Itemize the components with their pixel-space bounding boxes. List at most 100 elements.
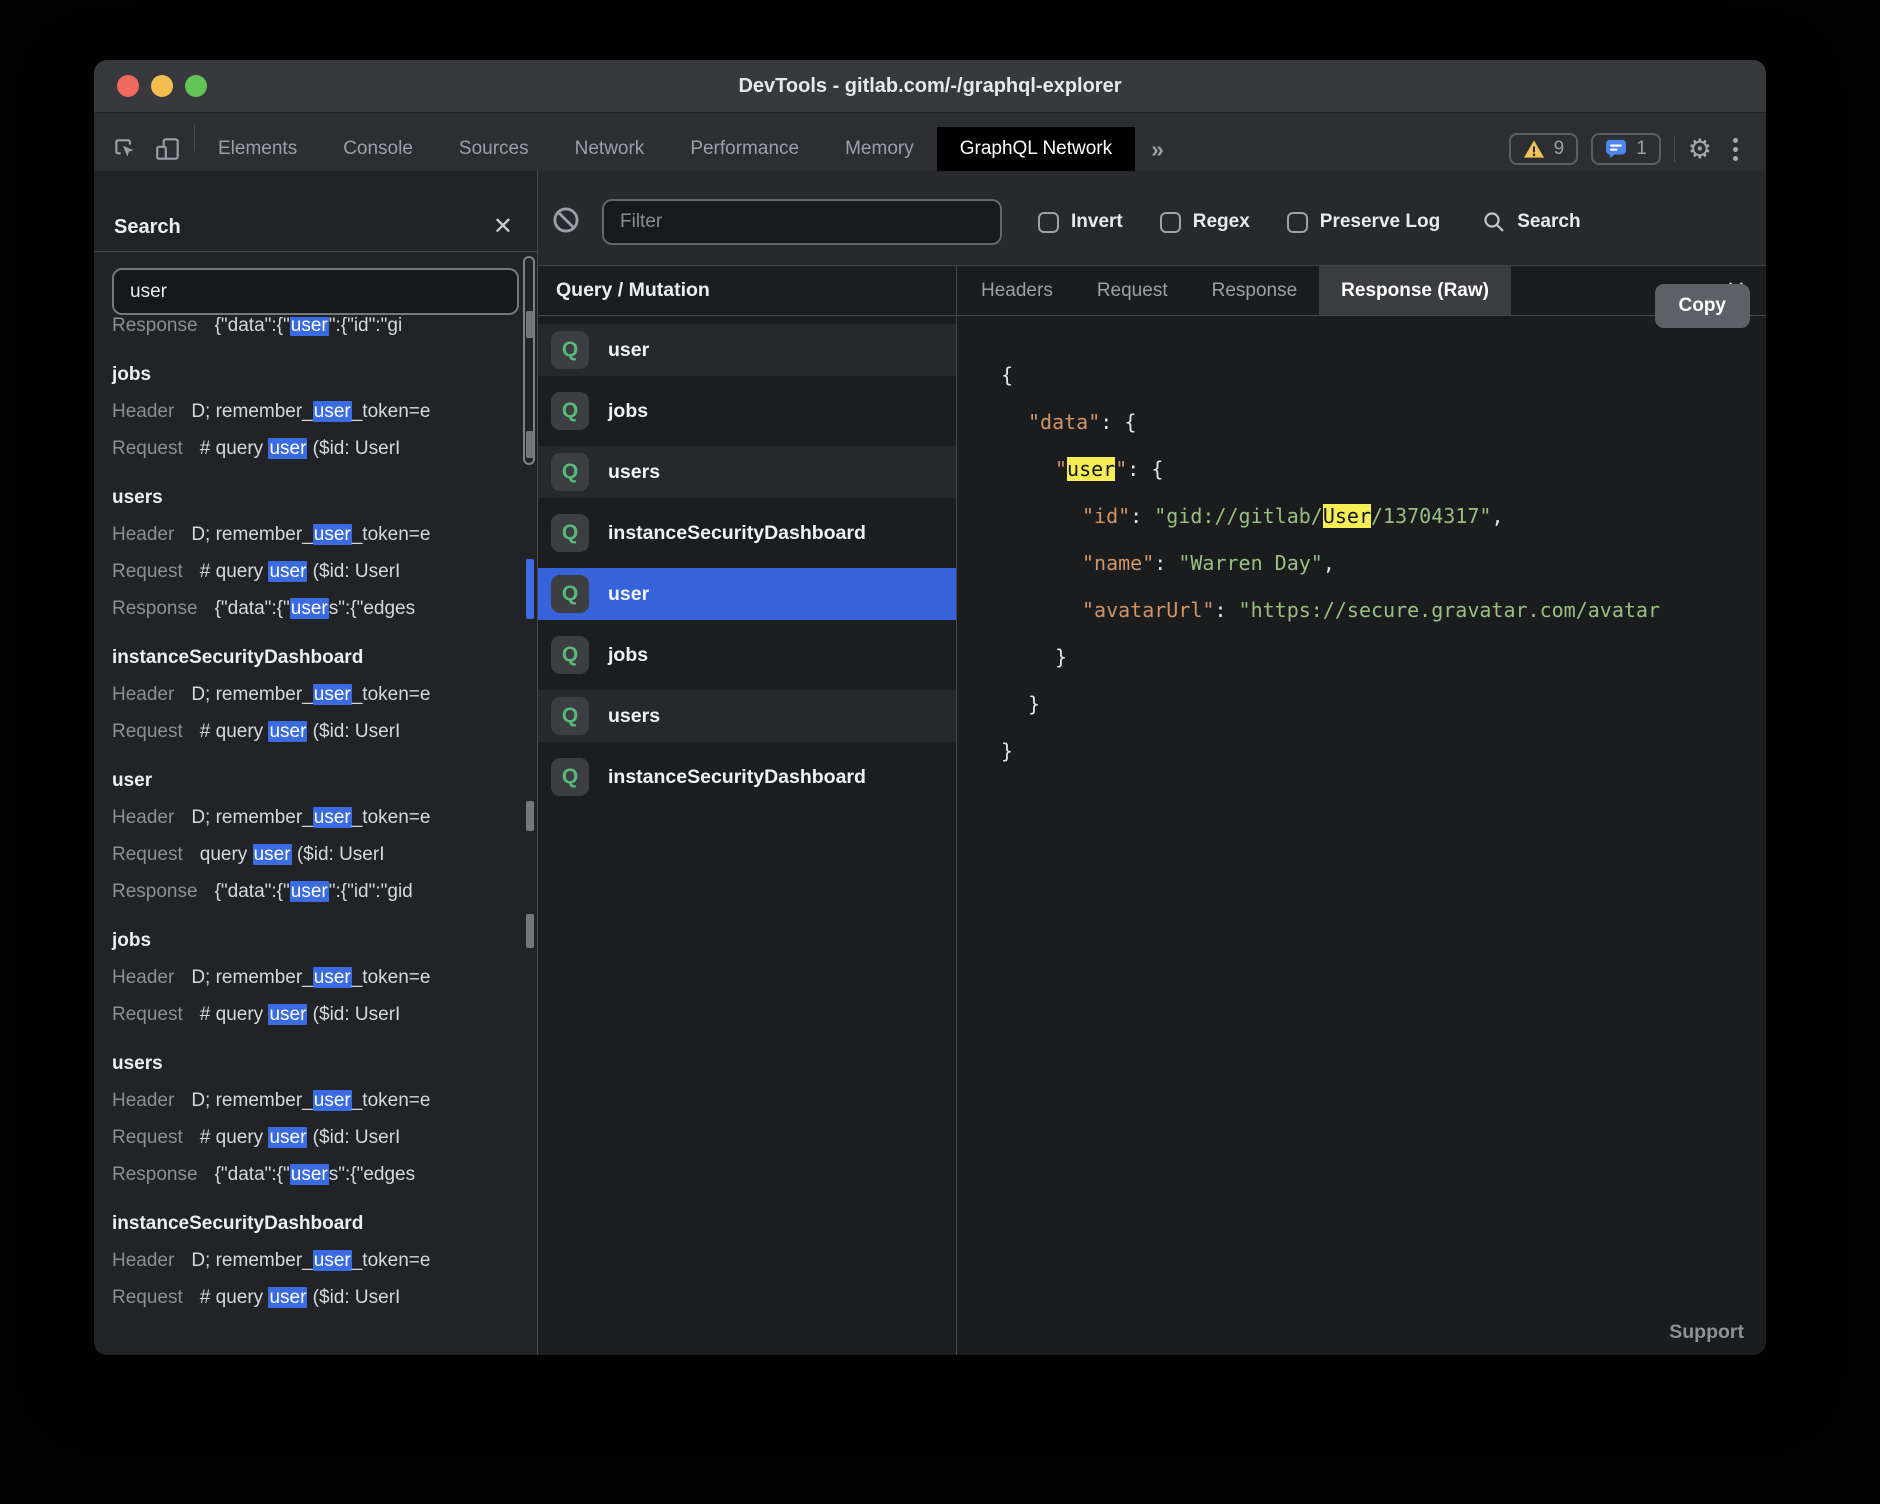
close-search-icon[interactable]: ✕ (493, 215, 513, 239)
match-highlight: user (268, 561, 307, 582)
match-highlight: user (313, 807, 352, 828)
device-toolbar-icon[interactable] (154, 136, 182, 162)
search-result-row[interactable]: Request# query user ($id: UserI (112, 713, 537, 750)
search-result-row[interactable]: HeaderD; remember_user_token=e (112, 1242, 537, 1279)
detail-tab-headers[interactable]: Headers (959, 266, 1075, 315)
preserve-log-checkbox[interactable] (1287, 212, 1308, 233)
warnings-badge[interactable]: 9 (1509, 133, 1579, 165)
query-item-label: instanceSecurityDashboard (608, 522, 866, 545)
preserve-log-label: Preserve Log (1320, 211, 1440, 233)
search-result-row[interactable]: Requestquery user ($id: UserI (112, 836, 537, 873)
query-item-instancesecuritydashboard[interactable]: QinstanceSecurityDashboard (538, 751, 956, 803)
result-row-label: Header (112, 807, 174, 828)
regex-checkbox[interactable] (1160, 212, 1181, 233)
query-type-icon: Q (551, 575, 589, 613)
search-group-title: instanceSecurityDashboard (112, 1205, 537, 1242)
result-row-label: Request (112, 1127, 183, 1148)
search-result-row[interactable]: Request# query user ($id: UserI (112, 553, 537, 590)
search-result-row[interactable]: Request# query user ($id: UserI (112, 1279, 537, 1316)
result-row-label: Request (112, 1287, 183, 1308)
copy-button[interactable]: Copy (1655, 284, 1751, 328)
json-line: "name": "Warren Day", (1001, 540, 1766, 587)
json-line: { (1001, 352, 1766, 399)
zoom-window-button[interactable] (185, 75, 207, 97)
search-result-row[interactable]: HeaderD; remember_user_token=e (112, 959, 537, 996)
invert-checkbox[interactable] (1038, 212, 1059, 233)
detail-tab-response-raw[interactable]: Response (Raw) (1319, 266, 1511, 315)
query-type-icon: Q (551, 758, 589, 796)
issue-count: 1 (1636, 138, 1647, 160)
kebab-menu-icon[interactable] (1725, 138, 1746, 161)
tab-graphql-network[interactable]: GraphQL Network (937, 127, 1135, 171)
search-result-row[interactable]: HeaderD; remember_user_token=e (112, 393, 537, 430)
issues-badge[interactable]: 1 (1591, 133, 1661, 165)
match-highlight: user (290, 1164, 329, 1185)
settings-gear-icon[interactable]: ⚙ (1688, 136, 1712, 163)
clear-log-icon[interactable] (552, 206, 580, 239)
tab-elements[interactable]: Elements (195, 127, 320, 171)
query-type-icon: Q (551, 514, 589, 552)
minimize-window-button[interactable] (151, 75, 173, 97)
search-result-row[interactable]: Response{"data":{"users":{"edges (112, 590, 537, 627)
search-result-row[interactable]: HeaderD; remember_user_token=e (112, 799, 537, 836)
search-result-row[interactable]: Request# query user ($id: UserI (112, 996, 537, 1033)
search-match-marker (526, 801, 534, 831)
result-row-label: Header (112, 684, 174, 705)
search-result-row[interactable]: HeaderD; remember_user_token=e (112, 676, 537, 713)
json-line: } (1001, 634, 1766, 681)
regex-label: Regex (1193, 211, 1250, 233)
query-item-instancesecuritydashboard[interactable]: QinstanceSecurityDashboard (538, 507, 956, 559)
devtools-window: DevTools - gitlab.com/-/graphql-explorer… (94, 60, 1766, 1355)
support-link[interactable]: Support (1669, 1321, 1744, 1344)
search-group-title: user (112, 762, 537, 799)
query-list: Quser Qjobs Qusers QinstanceSecurityDashboa… (538, 316, 956, 1355)
search-input[interactable] (112, 268, 519, 315)
query-item-jobs[interactable]: Qjobs (538, 385, 956, 437)
titlebar: DevTools - gitlab.com/-/graphql-explorer (94, 60, 1766, 113)
more-tabs-button[interactable]: » (1135, 127, 1180, 171)
window-title: DevTools - gitlab.com/-/graphql-explorer (94, 75, 1766, 98)
tab-network[interactable]: Network (552, 127, 668, 171)
result-row-label: Header (112, 401, 174, 422)
detail-tab-response[interactable]: Response (1190, 266, 1320, 315)
result-row-label: Request (112, 561, 183, 582)
search-result-row[interactable]: Request# query user ($id: UserI (112, 430, 537, 467)
query-item-label: user (608, 583, 649, 606)
network-toolbar: Invert Regex Preserve Log Search (538, 171, 1766, 266)
tab-console[interactable]: Console (320, 127, 436, 171)
filter-input[interactable] (602, 199, 1002, 245)
query-item-users[interactable]: Qusers (538, 446, 956, 498)
inspect-element-icon[interactable] (112, 136, 138, 162)
devtools-tabbar: ElementsConsoleSourcesNetworkPerformance… (94, 113, 1766, 171)
search-result-row[interactable]: Request# query user ($id: UserI (112, 1119, 537, 1156)
query-item-users[interactable]: Qusers (538, 690, 956, 742)
search-icon (1482, 210, 1506, 234)
tab-performance[interactable]: Performance (667, 127, 822, 171)
search-results: Response{"data":{"user":{"id":"gijobsHea… (94, 315, 537, 1355)
query-item-user[interactable]: Quser (538, 324, 956, 376)
search-group-title: users (112, 1045, 537, 1082)
search-result-row[interactable]: Response{"data":{"user":{"id":"gi (112, 317, 537, 344)
search-result-row[interactable]: HeaderD; remember_user_token=e (112, 516, 537, 553)
search-match-marker (526, 311, 534, 338)
tab-memory[interactable]: Memory (822, 127, 937, 171)
close-window-button[interactable] (117, 75, 139, 97)
search-result-row[interactable]: Response{"data":{"user":{"id":"gid (112, 873, 537, 910)
search-result-row[interactable]: Response{"data":{"users":{"edges (112, 1156, 537, 1193)
search-panel: Search ✕ Response{"data":{"user":{"id":"… (94, 171, 538, 1355)
match-highlight: user (268, 1287, 307, 1308)
query-item-user[interactable]: Quser (538, 568, 956, 620)
detail-tab-request[interactable]: Request (1075, 266, 1190, 315)
query-item-jobs[interactable]: Qjobs (538, 629, 956, 681)
match-highlight: user (253, 844, 292, 865)
warning-count: 9 (1554, 138, 1565, 160)
search-toggle-button[interactable]: Search (1482, 210, 1580, 234)
tab-sources[interactable]: Sources (436, 127, 552, 171)
result-row-label: Header (112, 967, 174, 988)
match-highlight: user (313, 1250, 352, 1271)
search-group-title: instanceSecurityDashboard (112, 639, 537, 676)
match-highlight: user (290, 317, 329, 336)
search-match-marker (526, 431, 534, 458)
match-highlight: user (313, 967, 352, 988)
search-result-row[interactable]: HeaderD; remember_user_token=e (112, 1082, 537, 1119)
